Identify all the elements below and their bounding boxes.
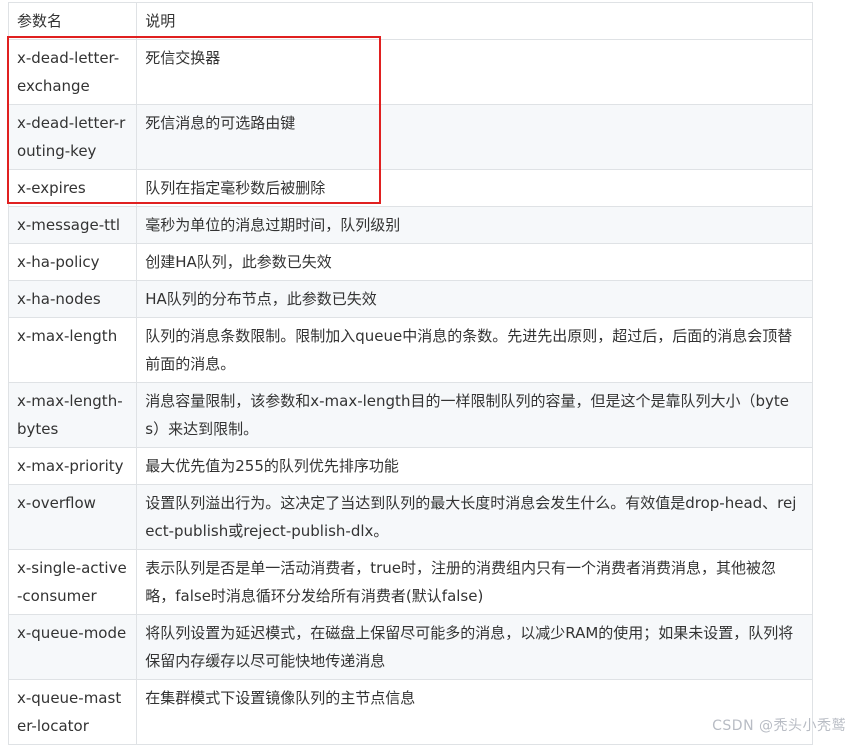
table-row: x-ha-nodes HA队列的分布节点，此参数已失效 [7, 280, 813, 318]
param-description-cell: 毫秒为单位的消息过期时间，队列级别 [136, 206, 813, 244]
column-header-name: 参数名 [7, 2, 138, 40]
param-description-cell: 表示队列是否是单一活动消费者，true时，注册的消费组内只有一个消费者消费消息，… [136, 549, 813, 615]
param-name-cell: x-ha-policy [7, 243, 138, 281]
param-description-cell: 队列的消息条数限制。限制加入queue中消息的条数。先进先出原则，超过后，后面的… [136, 317, 813, 383]
table-row: x-expires 队列在指定毫秒数后被删除 [7, 169, 813, 207]
table-row: x-queue-mode 将队列设置为延迟模式，在磁盘上保留尽可能多的消息，以减少… [7, 614, 813, 680]
table-header-row: 参数名 说明 [7, 2, 813, 40]
param-name-cell: x-overflow [7, 484, 138, 550]
param-name-cell: x-queue-master-locator [7, 679, 138, 745]
param-name-cell: x-dead-letter-routing-key [7, 104, 138, 170]
param-description-cell: 创建HA队列，此参数已失效 [136, 243, 813, 281]
table-row: x-dead-letter-exchange 死信交换器 [7, 39, 813, 105]
param-name-cell: x-dead-letter-exchange [7, 39, 138, 105]
table-row: x-message-ttl 毫秒为单位的消息过期时间，队列级别 [7, 206, 813, 244]
param-name-cell: x-single-active-consumer [7, 549, 138, 615]
table-row: x-dead-letter-routing-key 死信消息的可选路由键 [7, 104, 813, 170]
param-description-cell: 队列在指定毫秒数后被删除 [136, 169, 813, 207]
param-name-cell: x-max-length [7, 317, 138, 383]
param-description-cell: 最大优先值为255的队列优先排序功能 [136, 447, 813, 485]
table-body: x-dead-letter-exchange 死信交换器 x-dead-letter… [7, 39, 813, 745]
table-row: x-max-priority 最大优先值为255的队列优先排序功能 [7, 447, 813, 485]
param-name-cell: x-expires [7, 169, 138, 207]
param-name-cell: x-queue-mode [7, 614, 138, 680]
param-name-cell: x-message-ttl [7, 206, 138, 244]
param-name-cell: x-ha-nodes [7, 280, 138, 318]
column-header-description: 说明 [136, 2, 813, 40]
param-description-cell: 死信消息的可选路由键 [136, 104, 813, 170]
table-row: x-ha-policy 创建HA队列，此参数已失效 [7, 243, 813, 281]
param-name-cell: x-max-length-bytes [7, 382, 138, 448]
param-description-cell: 死信交换器 [136, 39, 813, 105]
param-description-cell: 设置队列溢出行为。这决定了当达到队列的最大长度时消息会发生什么。有效值是drop… [136, 484, 813, 550]
table-row: x-max-length 队列的消息条数限制。限制加入queue中消息的条数。先进… [7, 317, 813, 383]
param-description-cell: 将队列设置为延迟模式，在磁盘上保留尽可能多的消息，以减少RAM的使用；如果未设置… [136, 614, 813, 680]
table-row: x-single-active-consumer 表示队列是否是单一活动消费者，t… [7, 549, 813, 615]
csdn-watermark: CSDN @秃头小秃鹫 [712, 718, 846, 734]
param-name-cell: x-max-priority [7, 447, 138, 485]
param-description-cell: 消息容量限制，该参数和x-max-length目的一样限制队列的容量，但是这个是… [136, 382, 813, 448]
param-description-cell: 在集群模式下设置镜像队列的主节点信息 [136, 679, 813, 745]
table-row: x-queue-master-locator 在集群模式下设置镜像队列的主节点信息 [7, 679, 813, 745]
table-row: x-max-length-bytes 消息容量限制，该参数和x-max-lengt… [7, 382, 813, 448]
parameter-table: 参数名 说明 x-dead-letter-exchange 死信交换器 x-dead… [7, 2, 813, 745]
param-description-cell: HA队列的分布节点，此参数已失效 [136, 280, 813, 318]
table-row: x-overflow 设置队列溢出行为。这决定了当达到队列的最大长度时消息会发生什… [7, 484, 813, 550]
